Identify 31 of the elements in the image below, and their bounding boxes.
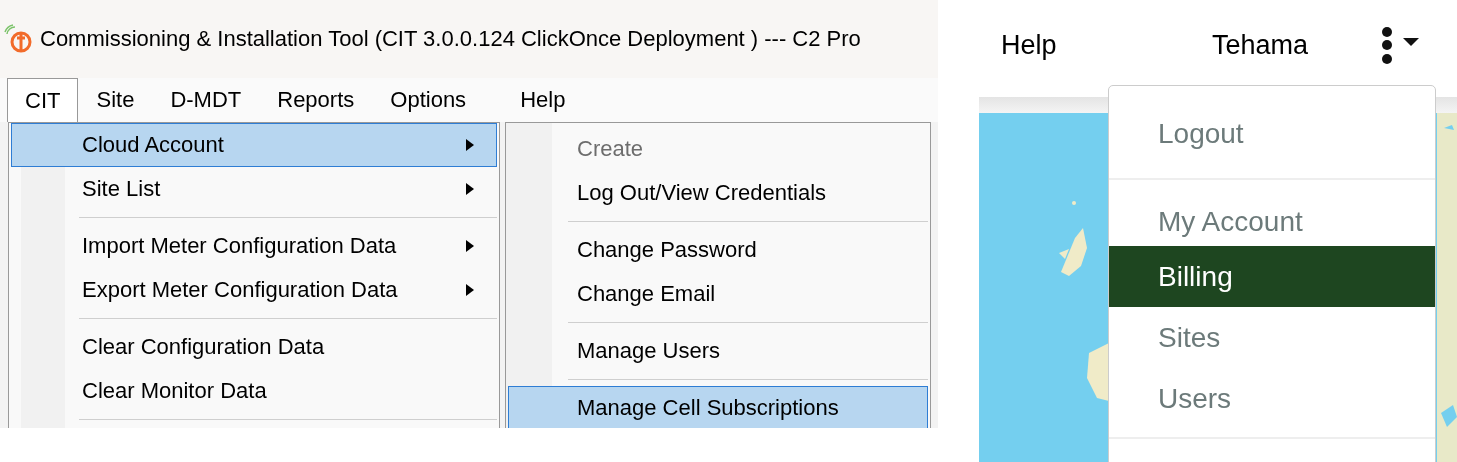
dropdown-item[interactable]: Sites [1109,307,1435,368]
nav-link[interactable]: Help [1001,30,1057,61]
submenu-arrow-icon [466,240,474,252]
menu-item[interactable]: Clear Configuration Data [11,325,497,369]
menu-item[interactable]: Manage Cell Subscriptions [508,386,928,428]
menu-item[interactable]: Log Out/View Credentials [508,171,928,215]
menu-bar-item[interactable]: D-MDT [152,78,260,122]
menu-item[interactable]: Export Meter Configuration Data [11,268,497,312]
app-logo-icon [4,24,34,54]
menu-item[interactable]: Clear Monitor Data [11,369,497,413]
dropdown-item[interactable]: My Account [1109,198,1435,246]
nav-link[interactable]: Tehama [1212,30,1309,61]
menu-item[interactable]: Manage Users [508,329,928,373]
submenu-arrow-icon [466,139,474,151]
window-title: Commissioning & Installation Tool (CIT 3.0.0.124 ClickOnce Deployment ) --- C2 Pro [40,26,861,52]
submenu-arrow-icon [466,183,474,195]
menu-bar-item[interactable]: Reports [259,78,373,122]
menu-bar-item[interactable]: CIT [7,78,79,122]
menu-item[interactable]: Import Meter Configuration Data [11,224,497,268]
menu-item[interactable]: Site List [11,167,497,211]
dropdown-item[interactable]: Billing [1109,246,1435,307]
menu-bar-item[interactable]: Help [502,78,584,122]
menu-item[interactable]: Change Password [508,228,928,272]
menu-item[interactable]: Change Email [508,272,928,316]
menu-bar-item[interactable]: Site [78,78,153,122]
dropdown-item[interactable]: Users [1109,368,1435,429]
dropdown-item[interactable]: Logout [1109,98,1435,170]
submenu-arrow-icon [466,284,474,296]
menu-item[interactable]: Cloud Account [11,123,497,167]
menu-bar-item[interactable]: Options [372,78,485,122]
more-menu-button[interactable] [1379,26,1421,66]
